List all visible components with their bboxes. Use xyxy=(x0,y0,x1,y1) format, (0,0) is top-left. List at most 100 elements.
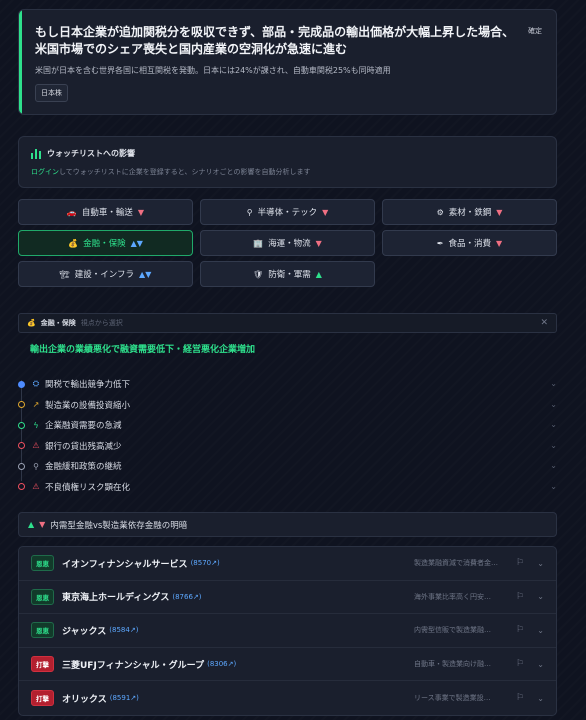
sector-button[interactable]: 🏗 建設・インフラ ▲▼ xyxy=(18,261,193,287)
chain-step-label: 不良債権リスク顕在化 xyxy=(45,482,131,493)
bar-chart-icon xyxy=(31,148,41,159)
sector-icon: 🛡 xyxy=(253,269,264,279)
trend-arrow-icon: ▲ xyxy=(315,269,322,279)
chain-step[interactable]: ⛭ 関税で輸出競争力低下 ⌄ xyxy=(18,374,557,395)
chain-node-dot xyxy=(18,401,25,409)
close-icon[interactable]: ✕ xyxy=(540,318,548,328)
ticker-link[interactable]: (8584↗) xyxy=(109,626,138,634)
chevron-down-icon[interactable]: ⌄ xyxy=(537,626,544,635)
ticker-link[interactable]: (8591↗) xyxy=(110,694,139,702)
up-arrow-icon: ▲ xyxy=(28,520,35,529)
company-row[interactable]: 打撃 三菱UFJフィナンシャル・グループ (8306↗) 自動車・製造業向け融… ⚐ ⌄ xyxy=(19,648,556,682)
trend-arrow-icon: ▲▼ xyxy=(130,238,143,248)
chain-step-icon: ϟ xyxy=(33,420,39,430)
sector-button[interactable]: ⚲ 半導体・テック ▼ xyxy=(200,199,375,225)
selected-sector-hint: 視点から選択 xyxy=(80,319,123,327)
sector-label: 海運・物流 xyxy=(268,239,311,249)
chain-step[interactable]: ⚠ 不良債権リスク顕在化 ⌄ xyxy=(18,477,557,498)
company-row[interactable]: 打撃 オリックス (8591↗) リース事業で製造業設… ⚐ ⌄ xyxy=(19,681,556,715)
chevron-down-icon[interactable]: ⌄ xyxy=(537,660,544,669)
chevron-down-icon[interactable]: ⌄ xyxy=(550,420,557,429)
down-arrow-icon: ▼ xyxy=(39,520,46,529)
sector-label: 半導体・テック xyxy=(257,208,318,218)
chevron-down-icon[interactable]: ⌄ xyxy=(550,379,557,388)
contrast-label: 内需型金融vs製造業依存金融の明暗 xyxy=(50,520,188,531)
bookmark-icon[interactable]: ⚐ xyxy=(516,625,524,635)
watchlist-description: ログインしてウォッチリストに企業を登録すると、シナリオごとの影響を自動分析します xyxy=(31,167,544,177)
bookmark-icon[interactable]: ⚐ xyxy=(516,592,524,602)
chain-node-dot xyxy=(18,442,25,450)
chevron-down-icon[interactable]: ⌄ xyxy=(550,461,557,470)
bookmark-icon[interactable]: ⚐ xyxy=(516,659,524,669)
sector-icon: 💰 xyxy=(68,238,79,248)
login-link[interactable]: ログイン xyxy=(31,168,59,176)
bookmark-icon[interactable]: ⚐ xyxy=(516,693,524,703)
sector-icon: 🏗 xyxy=(59,269,70,279)
impact-badge: 打撃 xyxy=(31,690,54,707)
ticker-link[interactable]: (8766↗) xyxy=(172,593,201,601)
chain-step-icon: ⛭ xyxy=(32,379,40,389)
chevron-down-icon[interactable]: ⌄ xyxy=(537,694,544,703)
chain-step-label: 製造業の設備投資縮小 xyxy=(45,400,131,411)
sector-icon: ⚙ xyxy=(436,207,444,217)
trend-arrow-icon: ▼ xyxy=(137,207,145,217)
sector-label: 建設・インフラ xyxy=(74,270,135,280)
impact-badge: 打撃 xyxy=(31,656,54,673)
chevron-down-icon[interactable]: ⌄ xyxy=(537,592,544,601)
chain-step-label: 金融緩和政策の継続 xyxy=(45,462,122,473)
chain-step-icon: ⚠ xyxy=(32,482,40,492)
chevron-down-icon[interactable]: ⌄ xyxy=(537,559,544,568)
impact-reason: リース事業で製造業設… xyxy=(414,694,491,703)
chevron-down-icon[interactable]: ⌄ xyxy=(550,441,557,450)
ticker-link[interactable]: (8570↗) xyxy=(191,559,220,567)
sector-icon: ✒ xyxy=(436,238,444,248)
chain-step[interactable]: ⚲ 金融緩和政策の継続 ⌄ xyxy=(18,456,557,477)
market-tag[interactable]: 日本株 xyxy=(35,84,68,102)
chain-step-label: 企業融資需要の急減 xyxy=(45,421,122,432)
sector-label: 素材・鉄鋼 xyxy=(448,208,492,218)
scenario-description: 米国が日本を含む世界各国に相互関税を発動。日本には24%が課され、自動車関税25… xyxy=(35,66,391,75)
sector-button[interactable]: 🚗 自動車・輸送 ▼ xyxy=(18,199,193,225)
company-row[interactable]: 恩恵 東京海上ホールディングス (8766↗) 海外事業比率高く円安… ⚐ ⌄ xyxy=(19,581,556,615)
confirmed-label: 確定 xyxy=(528,27,542,35)
sector-button[interactable]: 🏢 海運・物流 ▼ xyxy=(200,230,375,256)
sector-label: 防衛・軍需 xyxy=(268,270,311,280)
sector-button[interactable]: ✒ 食品・消費 ▼ xyxy=(382,230,557,256)
company-row[interactable]: 恩恵 ジャックス (8584↗) 内需型信販で製造業融… ⚐ ⌄ xyxy=(19,614,556,648)
trend-arrow-icon: ▼ xyxy=(496,238,503,248)
bookmark-icon[interactable]: ⚐ xyxy=(516,558,524,568)
company-name: オリックス xyxy=(62,694,107,705)
company-name: 三菱UFJフィナンシャル・グループ xyxy=(62,660,205,671)
impact-reason: 海外事業比率高く円安… xyxy=(414,592,491,601)
ticker-link[interactable]: (8306↗) xyxy=(207,660,236,668)
chain-step[interactable]: ϟ 企業融資需要の急減 ⌄ xyxy=(18,415,557,436)
chain-step[interactable]: ⚠ 銀行の貸出残高減少 ⌄ xyxy=(18,436,557,457)
chain-step-label: 銀行の貸出残高減少 xyxy=(45,441,122,452)
company-name: ジャックス xyxy=(62,626,107,637)
impact-reason: 自動車・製造業向け融… xyxy=(414,660,491,669)
sector-button[interactable]: 💰 金融・保険 ▲▼ xyxy=(18,230,193,256)
scenario-page: もし日本企業が追加関税分を吸収できず、部品・完成品の輸出価格が大幅上昇した場合、… xyxy=(18,9,557,716)
chain-step-icon: ⚠ xyxy=(32,441,40,451)
watchlist-title: ウォッチリストへの影響 xyxy=(47,149,135,158)
chain-step-icon: ↗ xyxy=(32,400,40,410)
chain-step[interactable]: ↗ 製造業の設備投資縮小 ⌄ xyxy=(18,395,557,416)
chain-step-icon: ⚲ xyxy=(33,461,39,471)
sector-button[interactable]: 🛡 防衛・軍需 ▲ xyxy=(200,261,375,287)
company-name: イオンフィナンシャルサービス xyxy=(62,559,188,570)
trend-arrow-icon: ▼ xyxy=(315,238,322,248)
sector-button[interactable]: ⚙ 素材・鉄鋼 ▼ xyxy=(382,199,557,225)
scenario-card: もし日本企業が追加関税分を吸収できず、部品・完成品の輸出価格が大幅上昇した場合、… xyxy=(18,9,557,115)
chevron-down-icon[interactable]: ⌄ xyxy=(550,482,557,491)
chevron-down-icon[interactable]: ⌄ xyxy=(550,400,557,409)
chain-node-dot xyxy=(18,421,25,429)
impact-reason: 製造業融資減で消費者金融… xyxy=(414,559,498,568)
sector-label: 金融・保険 xyxy=(83,239,126,249)
contrast-toggle[interactable]: ▲ ▼ 内需型金融vs製造業依存金融の明暗 xyxy=(18,512,557,537)
company-row[interactable]: 恩恵 イオンフィナンシャルサービス (8570↗) 製造業融資減で消費者金融… ⚐ ⌄ xyxy=(19,547,556,581)
sector-icon: ⚲ xyxy=(246,207,253,217)
impact-badge: 恩恵 xyxy=(31,622,54,639)
company-name: 東京海上ホールディングス xyxy=(62,593,170,604)
chain-node-dot xyxy=(18,483,25,491)
watchlist-impact-card: ウォッチリストへの影響 ログインしてウォッチリストに企業を登録すると、シナリオご… xyxy=(18,136,557,188)
